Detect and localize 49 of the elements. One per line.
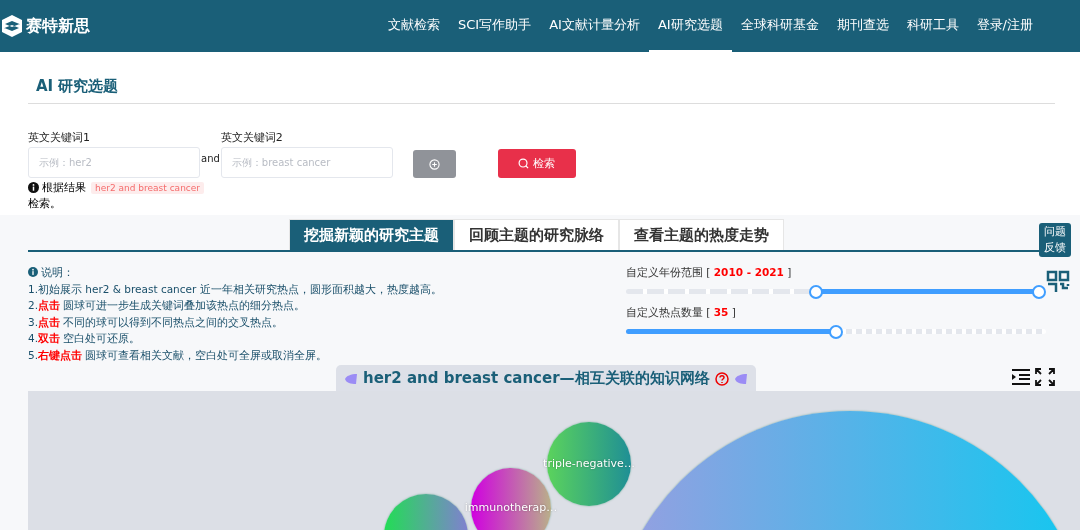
instructions-heading: 说明： [41, 265, 74, 280]
result-suffix: 检索。 [28, 196, 62, 211]
leaf-icon [733, 372, 748, 385]
nav-link[interactable]: 文献检索 [378, 0, 449, 52]
page-title: AI 研究选题 [28, 77, 1055, 104]
instruction-line: 4.双击 空白处可还原。 [28, 331, 142, 346]
search-icon [518, 158, 530, 169]
feedback-button[interactable]: 问题反馈 [1039, 223, 1071, 257]
plus-circle-icon [428, 158, 440, 170]
year-range-slider[interactable] [626, 285, 1046, 299]
nav-link[interactable]: 登录/注册 [967, 0, 1042, 52]
list-indent-icon[interactable] [1011, 368, 1031, 386]
nav-link[interactable]: 科研工具 [897, 0, 968, 52]
add-button[interactable] [412, 150, 456, 178]
instruction-line: 1.初始展示 her2 & breast cancer 近一年相关研究热点，圆形面积越大，热度越高。 [28, 281, 443, 297]
field-label: 英文关键词2 [220, 130, 284, 145]
field-label: 英文关键词1 [28, 130, 91, 145]
nav-link[interactable]: SCI写作助手 [448, 0, 541, 52]
network-title: her2 and breast cancer—相互关联的知识网络 [363, 369, 710, 388]
result-tag: her2 and breast cancer [91, 181, 205, 194]
nav-link[interactable]: AI研究选题 [648, 0, 732, 52]
nav-link[interactable]: AI文献计量分析 [540, 0, 649, 52]
search-button[interactable]: 检索 [497, 149, 576, 178]
tab[interactable]: 查看主题的热度走势 [619, 219, 784, 250]
slider-thumb[interactable] [1032, 285, 1046, 299]
keyword-input[interactable]: 示例：breast cancer [220, 147, 393, 178]
result-label: 根据结果 [42, 180, 86, 195]
hotspot-count-slider[interactable] [626, 325, 1046, 339]
slider-thumb[interactable] [808, 285, 823, 299]
slider-label: 自定义热点数量 [ 35 ] [626, 306, 737, 320]
fullscreen-icon[interactable] [1035, 368, 1055, 386]
slider-thumb[interactable] [829, 325, 843, 339]
qr-code-icon[interactable] [1046, 270, 1070, 294]
nav-link[interactable]: 期刊查选 [827, 0, 898, 52]
help-icon[interactable] [714, 371, 729, 386]
instruction-line: 2.点击 圆球可进一步生成关键词叠加该热点的细分热点。 [28, 298, 307, 313]
joiner-text: and [201, 153, 220, 164]
logo-icon [2, 15, 22, 37]
leaf-icon [344, 372, 358, 385]
logo-text: 赛特新思 [26, 15, 90, 37]
nav-link[interactable]: 全球科研基金 [731, 0, 828, 52]
info-icon [28, 182, 39, 193]
tab[interactable]: 回顾主题的研究脉络 [454, 219, 619, 250]
tab[interactable]: 挖掘新颖的研究主题 [289, 219, 454, 250]
keyword-input[interactable]: 示例：her2 [28, 147, 200, 178]
slider-label: 自定义年份范围 [ 2010 - 2021 ] [626, 266, 793, 280]
info-icon [28, 267, 38, 278]
instruction-line: 3.点击 不同的球可以得到不同热点之间的交叉热点。 [28, 314, 285, 330]
instruction-line: 5.右键点击 圆球可查看相关文献，空白处可全屏或取消全屏。 [28, 347, 329, 363]
